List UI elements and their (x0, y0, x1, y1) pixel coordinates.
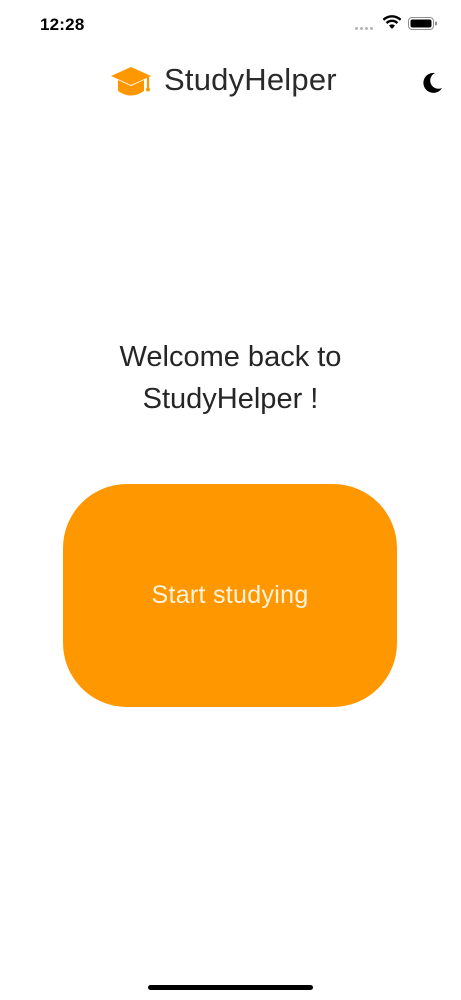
moon-icon[interactable] (418, 68, 446, 96)
wifi-icon (382, 15, 402, 29)
app-header: StudyHelper (0, 56, 461, 112)
signal-dots-icon (355, 27, 377, 31)
welcome-message: Welcome back to StudyHelper ! (0, 336, 461, 420)
home-indicator[interactable] (148, 985, 313, 990)
status-bar: 12:28 (0, 0, 461, 50)
graduation-cap-icon (111, 67, 151, 96)
app-title: StudyHelper (164, 62, 337, 97)
welcome-line-1: Welcome back to (119, 341, 342, 373)
status-time: 12:28 (40, 15, 85, 34)
welcome-line-2: StudyHelper ! (142, 383, 319, 415)
start-studying-button[interactable]: Start studying (63, 484, 397, 707)
battery-icon (408, 17, 437, 30)
